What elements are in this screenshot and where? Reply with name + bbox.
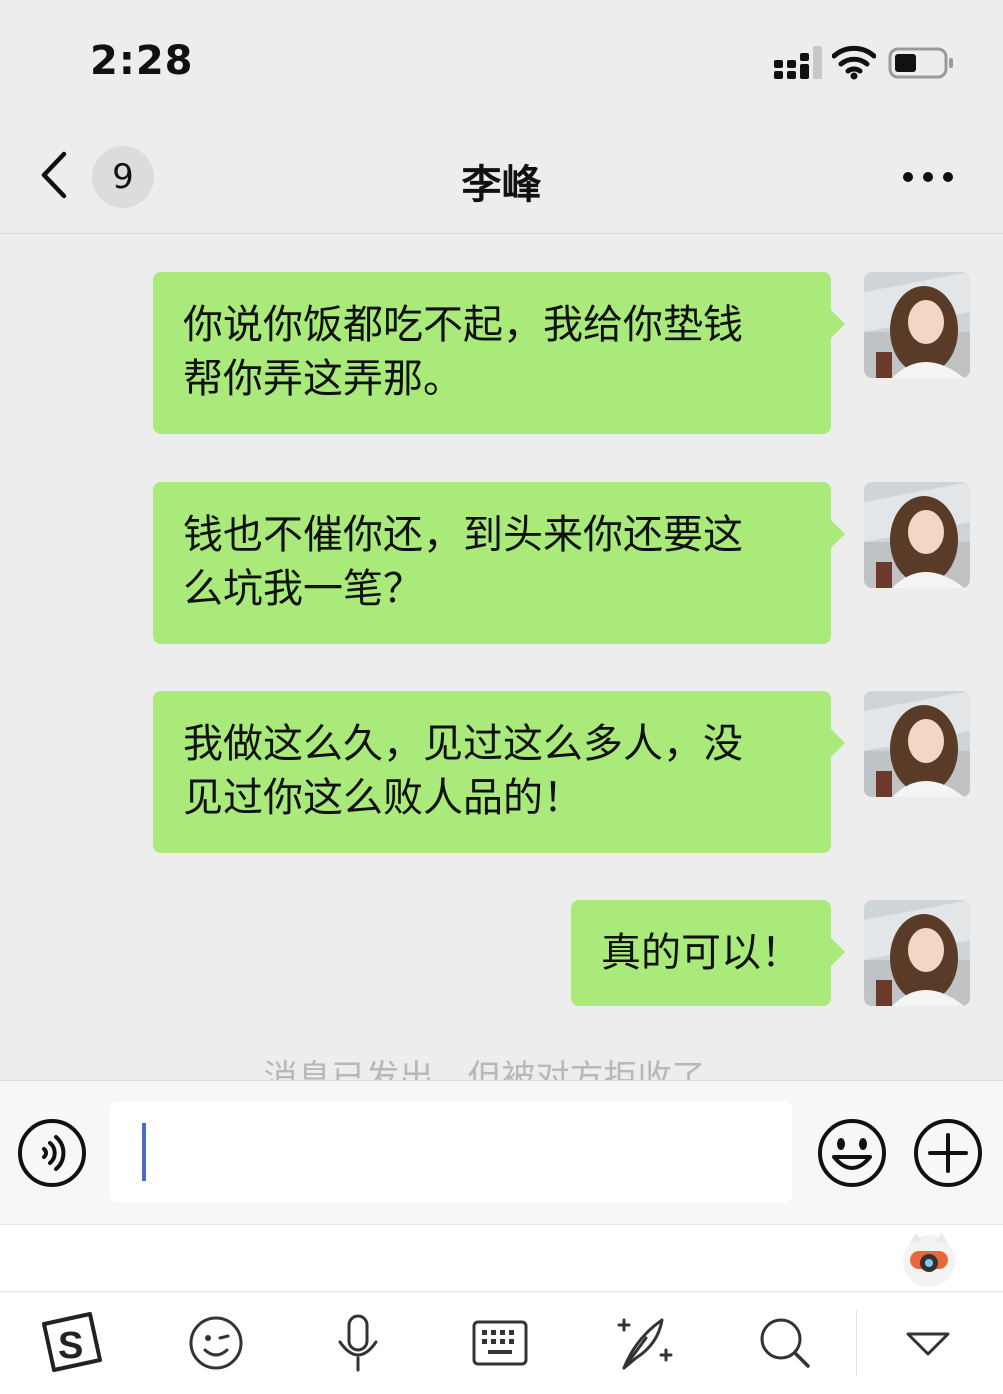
message-bubble[interactable]: 你说你饭都吃不起，我给你垫钱 帮你弄这弄那。 (153, 272, 845, 434)
avatar[interactable] (864, 482, 970, 588)
text-caret (142, 1123, 146, 1181)
message-bubble[interactable]: 真的可以！ (571, 900, 845, 1006)
keyboard-icon[interactable] (462, 1308, 538, 1378)
system-notice: 消息已发出，但被对方拒收了。 (263, 1058, 740, 1080)
avatar[interactable] (864, 272, 970, 378)
message-bubble[interactable]: 钱也不催你还，到头来你还要这 么坑我一笔？ (153, 482, 845, 644)
status-bar: 2:28 (0, 0, 1003, 120)
ime-toolbar: S (0, 1292, 1003, 1394)
ime-mascot-icon[interactable] (900, 1229, 958, 1289)
wifi-icon (832, 45, 876, 80)
voice-input-icon[interactable] (16, 1117, 88, 1189)
avatar-photo (864, 691, 970, 797)
sogou-logo-icon[interactable]: S (36, 1308, 108, 1378)
avatar-photo (864, 272, 970, 378)
svg-text:S: S (58, 1325, 83, 1367)
handwriting-icon[interactable] (606, 1308, 682, 1378)
avatar-photo (864, 900, 970, 1006)
status-time: 2:28 (90, 38, 194, 84)
message-list[interactable]: 你说你饭都吃不起，我给你垫钱 帮你弄这弄那。 钱也不催你还，到头来你还要这 么坑… (0, 234, 1003, 1080)
chat-header: 9 李峰 (0, 120, 1003, 234)
search-icon[interactable] (748, 1308, 824, 1378)
avatar-photo (864, 482, 970, 588)
more-options-icon[interactable] (900, 164, 956, 190)
emoji-icon[interactable] (178, 1308, 254, 1378)
ime-candidate-bar (0, 1224, 1003, 1292)
emoji-icon[interactable] (816, 1117, 888, 1189)
collapse-icon[interactable] (890, 1308, 966, 1378)
cellular-signal-icon (774, 46, 822, 79)
chat-title: 李峰 (461, 162, 542, 208)
avatar[interactable] (864, 691, 970, 797)
toolbar-divider (856, 1310, 857, 1376)
microphone-icon[interactable] (320, 1308, 396, 1378)
message-bubble[interactable]: 我做这么久，见过这么多人，没 见过你这么败人品的！ (153, 691, 845, 853)
input-bar (0, 1080, 1003, 1224)
avatar[interactable] (864, 900, 970, 1006)
plus-icon[interactable] (912, 1117, 984, 1189)
battery-icon (888, 47, 953, 79)
message-input[interactable] (110, 1101, 792, 1203)
